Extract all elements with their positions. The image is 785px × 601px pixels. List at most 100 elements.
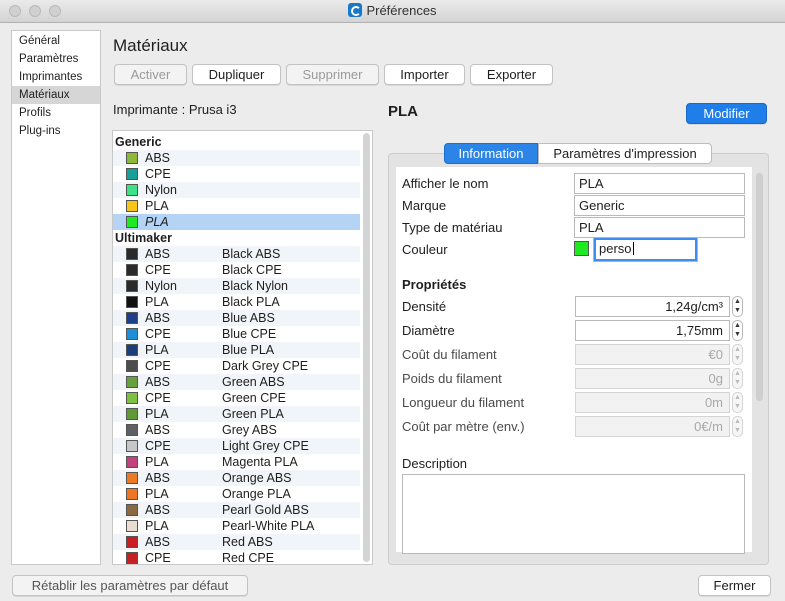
tab-print-settings[interactable]: Paramètres d'impression [538,143,712,164]
material-row[interactable]: ABS Black ABS [113,246,360,262]
material-type: PLA [145,519,169,533]
material-name: Black Nylon [222,279,288,293]
filament-weight-label: Poids du filament [402,371,502,386]
description-label: Description [402,456,468,471]
sidebar-item-plugins[interactable]: Plug-ins [12,122,100,140]
window-title-text: Préférences [366,3,437,18]
sidebar-item-general[interactable]: Général [12,32,100,50]
detail-scrollbar[interactable] [756,173,763,401]
sidebar-item-profiles[interactable]: Profils [12,104,100,122]
material-name: Pearl-White PLA [222,519,315,533]
material-row[interactable]: ABS Blue ABS [113,310,360,326]
material-row[interactable]: CPE Light Grey CPE [113,438,360,454]
material-row[interactable]: ABS Red ABS [113,534,360,550]
material-row[interactable]: Nylon Black Nylon [113,278,360,294]
material-type-field[interactable]: PLA [574,217,745,238]
color-name-field[interactable]: perso [594,238,697,261]
material-row[interactable]: CPE Black CPE [113,262,360,278]
material-row[interactable]: CPE Blue CPE [113,326,360,342]
material-row[interactable]: PLA Blue PLA [113,342,360,358]
material-row[interactable]: ABS [113,150,360,166]
brand-field[interactable]: Generic [574,195,745,216]
material-row[interactable]: PLA Green PLA [113,406,360,422]
tab-information[interactable]: Information [444,143,538,164]
cost-per-meter-stepper[interactable]: ▲ ▼ [732,416,743,437]
material-type: ABS [145,471,171,485]
material-group-header: Generic [113,134,360,150]
diameter-field[interactable]: 1,75mm [575,320,730,341]
material-row[interactable]: CPE [113,166,360,182]
material-name: Dark Grey CPE [222,359,309,373]
materials-list-scrollbar[interactable] [363,133,370,562]
material-type-label: Type de matériau [402,220,503,235]
sidebar-item-printers[interactable]: Imprimantes [12,68,100,86]
material-row[interactable]: PLA Orange PLA [113,486,360,502]
material-name: Blue PLA [222,343,275,357]
activate-button[interactable]: Activer [114,64,187,85]
import-button[interactable]: Importer [384,64,465,85]
material-row[interactable]: PLA Black PLA [113,294,360,310]
filament-cost-field[interactable]: €0 [575,344,730,365]
remove-button[interactable]: Supprimer [286,64,379,85]
filament-cost-stepper[interactable]: ▲ ▼ [732,344,743,365]
material-name: Magenta PLA [222,455,298,469]
filament-weight-stepper[interactable]: ▲ ▼ [732,368,743,389]
material-name: Light Grey CPE [222,439,309,453]
material-row[interactable]: CPE Green CPE [113,390,360,406]
color-swatch[interactable] [574,241,589,256]
material-row[interactable]: PLA Pearl-White PLA [113,518,360,534]
material-type: CPE [145,391,171,405]
material-color-swatch [126,488,138,500]
material-color-swatch [126,280,138,292]
material-row[interactable]: CPE Red CPE [113,550,360,564]
material-row[interactable]: ABS Green ABS [113,374,360,390]
filament-weight-field[interactable]: 0g [575,368,730,389]
diameter-stepper[interactable]: ▲ ▼ [732,320,743,341]
material-row[interactable]: Nylon [113,182,360,198]
material-group-header: Ultimaker [113,230,360,246]
reset-defaults-button[interactable]: Rétablir les paramètres par défaut [12,575,248,596]
material-row[interactable]: PLA Magenta PLA [113,454,360,470]
material-type: PLA [145,295,169,309]
density-stepper[interactable]: ▲ ▼ [732,296,743,317]
material-color-swatch [126,296,138,308]
material-name: Green ABS [222,375,285,389]
display-name-label: Afficher le nom [402,176,489,191]
material-type: ABS [145,423,171,437]
material-row[interactable]: ABS Orange ABS [113,470,360,486]
description-textarea[interactable] [402,474,745,554]
material-row[interactable]: PLA [113,198,360,214]
material-row[interactable]: ABS Grey ABS [113,422,360,438]
sidebar-item-materials[interactable]: Matériaux [12,86,100,104]
material-color-swatch [126,376,138,388]
cost-per-meter-field[interactable]: 0€/m [575,416,730,437]
close-button[interactable]: Fermer [698,575,771,596]
material-color-swatch [126,152,138,164]
material-row[interactable]: CPE Dark Grey CPE [113,358,360,374]
filament-length-label: Longueur du filament [402,395,525,410]
material-type: Nylon [145,279,177,293]
material-type: CPE [145,327,171,341]
density-field[interactable]: 1,24g/cm³ [575,296,730,317]
sidebar-item-settings[interactable]: Paramètres [12,50,100,68]
filament-cost-label: Coût du filament [402,347,497,362]
diameter-label: Diamètre [402,323,455,338]
color-label: Couleur [402,242,448,257]
material-name: Red ABS [222,535,273,549]
display-name-field[interactable]: PLA [574,173,745,194]
filament-length-stepper[interactable]: ▲ ▼ [732,392,743,413]
modify-button[interactable]: Modifier [686,103,767,124]
export-button[interactable]: Exporter [470,64,553,85]
material-type: CPE [145,263,171,277]
material-color-swatch [126,168,138,180]
material-row[interactable]: ABS Pearl Gold ABS [113,502,360,518]
duplicate-button[interactable]: Dupliquer [192,64,281,85]
material-color-swatch [126,360,138,372]
material-name: Blue ABS [222,311,275,325]
material-name: Black CPE [222,263,282,277]
material-name: Grey ABS [222,423,277,437]
filament-length-field[interactable]: 0m [575,392,730,413]
material-row[interactable]: PLA [113,214,360,230]
density-label: Densité [402,299,447,314]
material-type: CPE [145,439,171,453]
